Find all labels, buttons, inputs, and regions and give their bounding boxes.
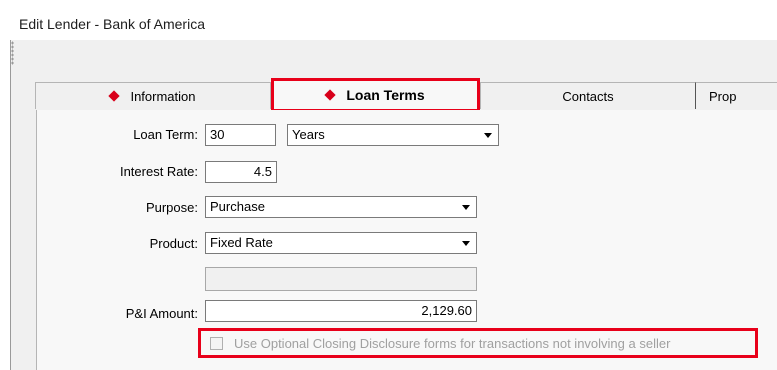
tab-information-label: Information (130, 88, 196, 104)
loan-term-input[interactable]: 30 (205, 124, 276, 146)
loan-term-unit-select[interactable]: Years (287, 124, 499, 146)
tab-prop-label: Prop (709, 88, 737, 104)
interest-rate-label: Interest Rate: (119, 164, 198, 179)
tab-loan-terms-label: Loan Terms (346, 86, 425, 103)
red-diamond-icon (108, 90, 121, 102)
tab-strip: Information Loan Terms Contacts Prop (0, 0, 777, 111)
product-value: Fixed Rate (210, 235, 273, 250)
purpose-value: Purchase (210, 199, 265, 214)
tab-prop[interactable]: Prop (695, 82, 777, 109)
pi-amount-input[interactable]: 2,129.60 (205, 300, 477, 322)
tab-information[interactable]: Information (35, 82, 271, 109)
purpose-label: Purpose: (145, 200, 198, 215)
loan-term-unit-value: Years (292, 127, 325, 142)
disabled-field (205, 267, 477, 291)
red-diamond-icon (324, 88, 337, 101)
chevron-down-icon[interactable] (458, 199, 474, 215)
interest-rate-input[interactable]: 4.5 (205, 161, 277, 183)
product-select[interactable]: Fixed Rate (205, 232, 477, 254)
tab-contacts[interactable]: Contacts (480, 82, 695, 109)
pi-amount-label: P&I Amount: (125, 306, 198, 321)
chevron-down-icon[interactable] (480, 127, 496, 143)
purpose-select[interactable]: Purchase (205, 196, 477, 218)
product-label: Product: (149, 236, 198, 251)
tab-loan-terms[interactable]: Loan Terms (271, 78, 480, 111)
optional-cd-checkbox[interactable] (210, 337, 223, 350)
loan-term-label: Loan Term: (133, 127, 198, 142)
tab-contacts-label: Contacts (562, 88, 614, 104)
optional-cd-label: Use Optional Closing Disclosure forms fo… (234, 336, 671, 351)
chevron-down-icon[interactable] (458, 235, 474, 251)
